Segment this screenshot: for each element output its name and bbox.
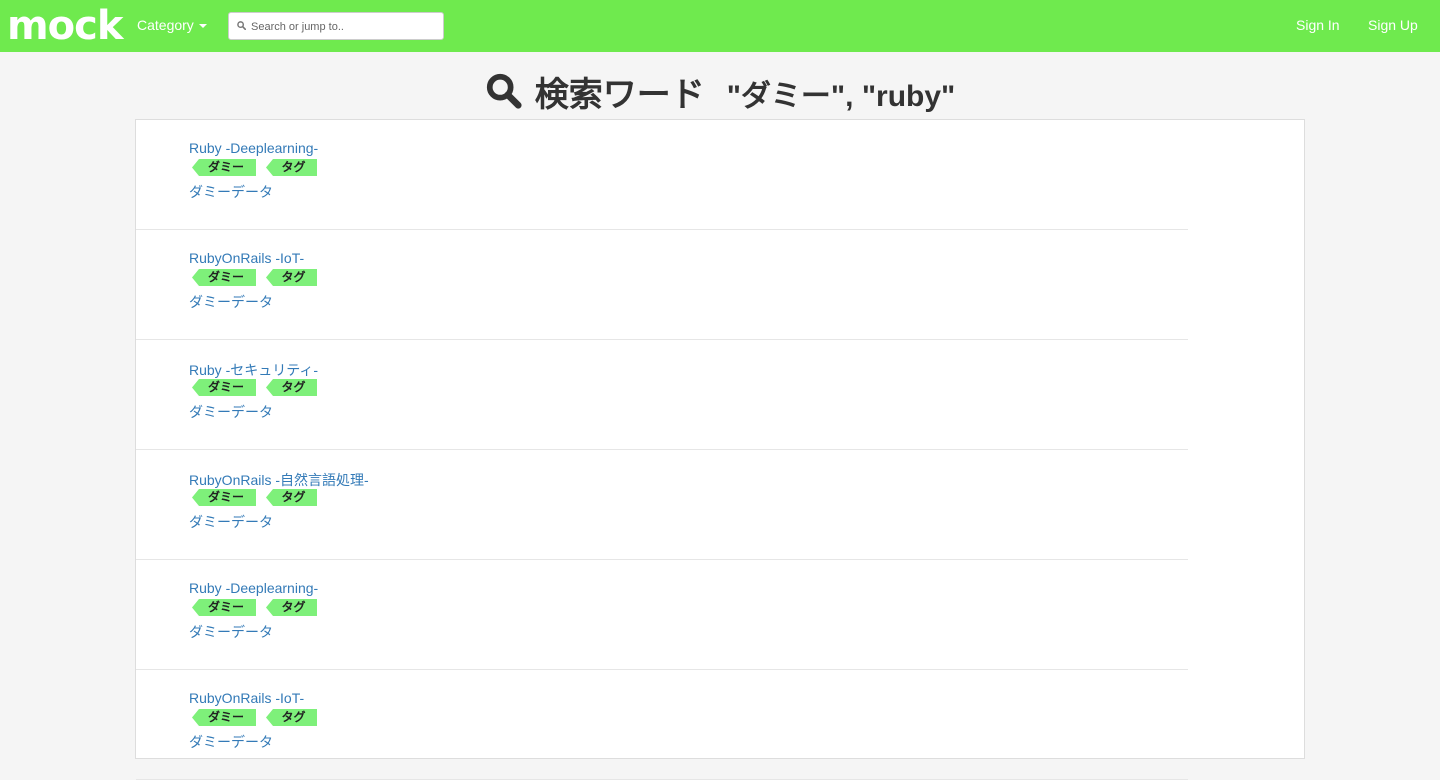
search-icon [486, 73, 522, 109]
result-title-link[interactable]: RubyOnRails -IoT- [189, 690, 304, 706]
search-icon [237, 21, 246, 30]
result-description-link[interactable]: ダミーデータ [189, 622, 273, 642]
list-item: Ruby -セキュリティ- ダミー タグ ダミーデータ [136, 340, 1188, 450]
tag-badge[interactable]: タグ [266, 709, 317, 726]
list-item: RubyOnRails -自然言語処理- ダミー タグ ダミーデータ [136, 450, 1188, 560]
search-box[interactable] [228, 12, 444, 40]
result-title-link[interactable]: Ruby -Deeplearning- [189, 140, 318, 156]
tag-badge[interactable]: タグ [266, 599, 317, 616]
tag-badge[interactable]: タグ [266, 159, 317, 176]
sign-up-link[interactable]: Sign Up [1368, 17, 1418, 33]
tag-badge[interactable]: ダミー [192, 269, 256, 286]
tag-badge[interactable]: ダミー [192, 489, 256, 506]
sign-in-link[interactable]: Sign In [1296, 17, 1340, 33]
result-title-link[interactable]: Ruby -Deeplearning- [189, 580, 318, 596]
list-item: RubyOnRails -IoT- ダミー タグ ダミーデータ [136, 670, 1188, 780]
category-label: Category [137, 17, 194, 33]
result-title-link[interactable]: Ruby -セキュリティ- [189, 360, 318, 380]
result-description-link[interactable]: ダミーデータ [189, 732, 273, 752]
tag-badge[interactable]: ダミー [192, 379, 256, 396]
list-item: Ruby -Deeplearning- ダミー タグ ダミーデータ [136, 120, 1188, 230]
result-title-link[interactable]: RubyOnRails -IoT- [189, 250, 304, 266]
chevron-down-icon [198, 24, 207, 29]
result-description-link[interactable]: ダミーデータ [189, 182, 273, 202]
top-navbar: mock Category Sign In Sign Up [0, 0, 1440, 52]
tag-badge[interactable]: タグ [266, 269, 317, 286]
tag-badge[interactable]: ダミー [192, 599, 256, 616]
category-dropdown[interactable]: Category [137, 17, 207, 33]
search-input[interactable] [249, 16, 441, 38]
results-panel: Ruby -Deeplearning- ダミー タグ ダミーデータ RubyOn… [135, 119, 1305, 780]
list-item: RubyOnRails -IoT- ダミー タグ ダミーデータ [136, 230, 1188, 340]
list-item: Ruby -Deeplearning- ダミー タグ ダミーデータ [136, 560, 1188, 670]
result-description-link[interactable]: ダミーデータ [189, 292, 273, 312]
page-title: 検索ワード [534, 75, 705, 114]
brand-logo[interactable]: mock [7, 3, 123, 49]
tag-badge[interactable]: ダミー [192, 159, 256, 176]
search-query: "ダミー", "ruby" [726, 80, 956, 113]
result-title-link[interactable]: RubyOnRails -自然言語処理- [189, 470, 369, 490]
result-description-link[interactable]: ダミーデータ [189, 402, 273, 422]
page-heading: 検索ワード "ダミー", "ruby" [0, 66, 1440, 116]
tag-badge[interactable]: タグ [266, 379, 317, 396]
tag-badge[interactable]: ダミー [192, 709, 256, 726]
result-description-link[interactable]: ダミーデータ [189, 512, 273, 532]
tag-badge[interactable]: タグ [266, 489, 317, 506]
